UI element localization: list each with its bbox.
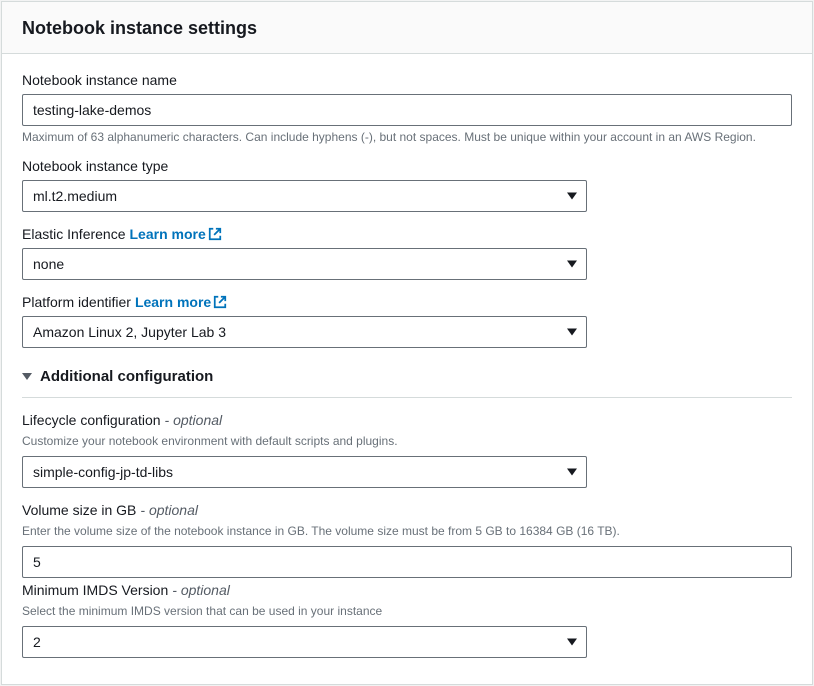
helper-lifecycle: Customize your notebook environment with… [22, 434, 792, 448]
external-link-icon [208, 227, 222, 241]
select-platform-identifier[interactable]: Amazon Linux 2, Jupyter Lab 3 [22, 316, 587, 348]
select-imds-value: 2 [33, 634, 41, 650]
label-instance-name: Notebook instance name [22, 72, 792, 88]
select-elastic-inference[interactable]: none [22, 248, 587, 280]
label-elastic-inference: Elastic Inference Learn more [22, 226, 792, 242]
chevron-down-icon [22, 373, 32, 380]
label-instance-type: Notebook instance type [22, 158, 792, 174]
select-imds-wrap: 2 [22, 626, 587, 658]
external-link-icon [213, 295, 227, 309]
label-lifecycle-optional: - optional [165, 412, 223, 428]
toggle-additional-label: Additional configuration [40, 368, 213, 385]
helper-instance-name: Maximum of 63 alphanumeric characters. C… [22, 130, 792, 144]
link-platform-learn-more-text: Learn more [135, 294, 211, 310]
field-lifecycle: Lifecycle configuration - optional Custo… [22, 412, 792, 488]
label-imds: Minimum IMDS Version - optional [22, 582, 792, 598]
select-lifecycle-wrap: simple-config-jp-td-libs [22, 456, 587, 488]
select-elastic-value: none [33, 256, 64, 272]
field-elastic-inference: Elastic Inference Learn more none [22, 226, 792, 280]
panel-title: Notebook instance settings [22, 18, 792, 39]
select-platform-value: Amazon Linux 2, Jupyter Lab 3 [33, 324, 226, 340]
field-platform-identifier: Platform identifier Learn more Amazon Li… [22, 294, 792, 348]
helper-imds: Select the minimum IMDS version that can… [22, 604, 792, 618]
select-lifecycle-value: simple-config-jp-td-libs [33, 464, 173, 480]
select-imds[interactable]: 2 [22, 626, 587, 658]
select-platform-wrap: Amazon Linux 2, Jupyter Lab 3 [22, 316, 587, 348]
select-instance-type-value: ml.t2.medium [33, 188, 117, 204]
label-imds-text: Minimum IMDS Version [22, 582, 168, 598]
input-volume-size[interactable] [22, 546, 792, 578]
label-lifecycle: Lifecycle configuration - optional [22, 412, 792, 428]
select-elastic-wrap: none [22, 248, 587, 280]
link-elastic-learn-more-text: Learn more [130, 226, 206, 242]
link-platform-learn-more[interactable]: Learn more [135, 294, 227, 310]
label-platform-identifier: Platform identifier Learn more [22, 294, 792, 310]
label-platform-text: Platform identifier [22, 294, 131, 310]
toggle-additional-config[interactable]: Additional configuration [22, 358, 792, 397]
helper-volume-size: Enter the volume size of the notebook in… [22, 524, 792, 538]
label-volume-text: Volume size in GB [22, 502, 136, 518]
label-imds-optional: - optional [172, 582, 230, 598]
label-volume-size: Volume size in GB - optional [22, 502, 792, 518]
panel-body: Notebook instance name Maximum of 63 alp… [2, 54, 812, 684]
field-volume-size: Volume size in GB - optional Enter the v… [22, 502, 792, 578]
panel-header: Notebook instance settings [2, 2, 812, 54]
settings-panel: Notebook instance settings Notebook inst… [1, 1, 813, 685]
select-instance-type-wrap: ml.t2.medium [22, 180, 587, 212]
label-elastic-inference-text: Elastic Inference [22, 226, 126, 242]
label-volume-optional: - optional [140, 502, 198, 518]
input-volume-wrap [22, 546, 792, 578]
field-instance-name: Notebook instance name Maximum of 63 alp… [22, 72, 792, 144]
label-lifecycle-text: Lifecycle configuration [22, 412, 161, 428]
select-lifecycle[interactable]: simple-config-jp-td-libs [22, 456, 587, 488]
divider [22, 397, 792, 398]
field-instance-type: Notebook instance type ml.t2.medium [22, 158, 792, 212]
select-instance-type[interactable]: ml.t2.medium [22, 180, 587, 212]
input-instance-name[interactable] [22, 94, 792, 126]
field-imds: Minimum IMDS Version - optional Select t… [22, 582, 792, 658]
link-elastic-learn-more[interactable]: Learn more [130, 226, 222, 242]
